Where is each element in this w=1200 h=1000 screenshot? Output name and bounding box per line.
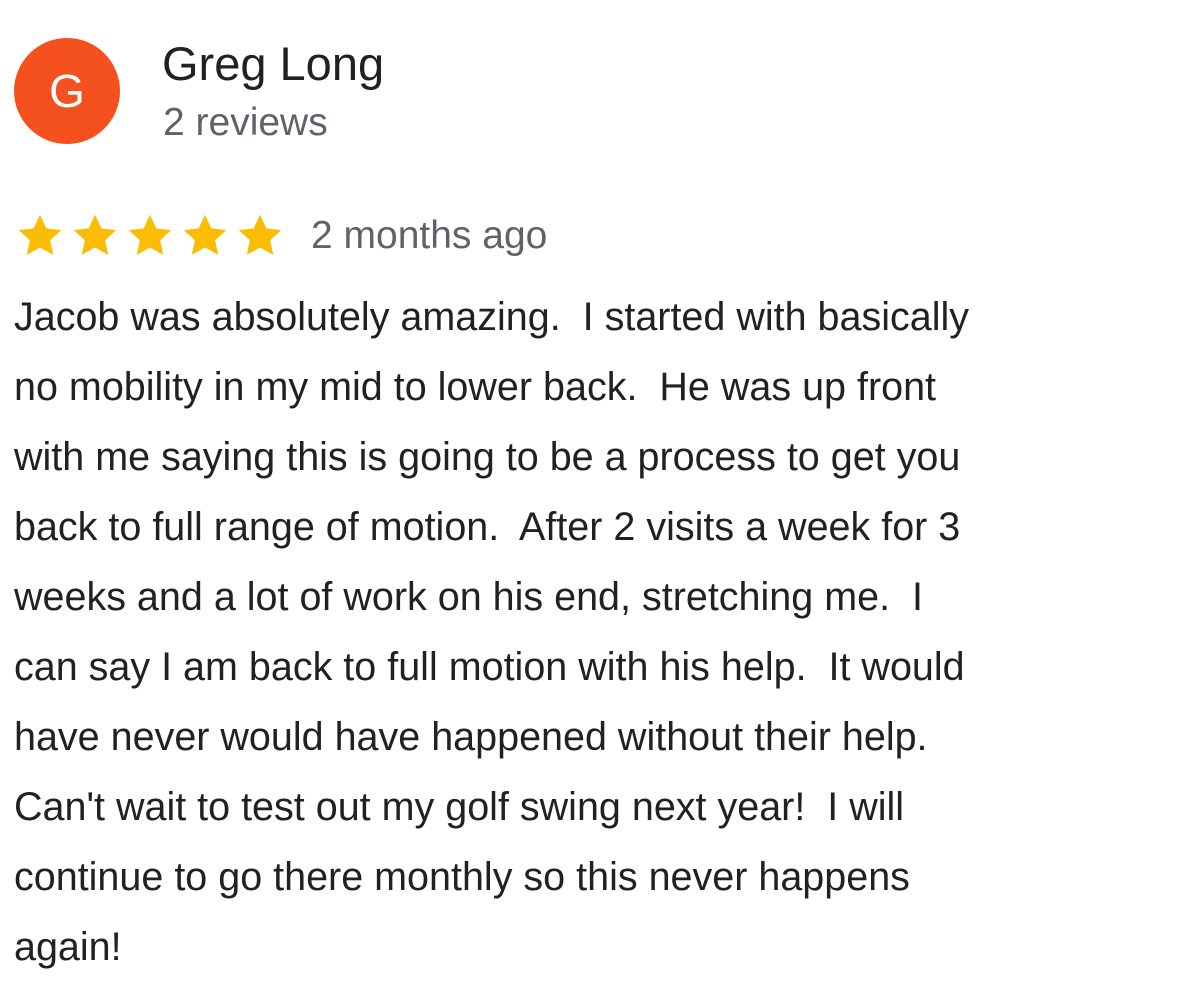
review-text-line: no mobility in my mid to lower back. He … <box>14 365 937 409</box>
avatar[interactable]: G <box>14 38 120 144</box>
review-text-line: back to full range of motion. After 2 vi… <box>14 505 961 549</box>
review-text: Jacob was absolutely amazing. I started … <box>14 282 1194 982</box>
star-icon <box>73 214 117 255</box>
rating-row: 2 months ago <box>14 208 547 264</box>
author-review-count: 2 reviews <box>163 101 328 144</box>
review-text-line: with me saying this is going to be a pro… <box>14 435 961 479</box>
review-text-line: continue to go there monthly so this nev… <box>14 855 910 899</box>
review-text-line: have never would have happened without t… <box>14 715 928 759</box>
review-text-line: weeks and a lot of work on his end, stre… <box>14 575 923 619</box>
star-icon <box>128 214 172 255</box>
star-icon <box>183 214 227 255</box>
review-card: G Greg Long 2 reviews 2 months ago Jacob… <box>0 0 1200 1000</box>
review-date: 2 months ago <box>311 214 548 257</box>
star-icon <box>238 214 282 255</box>
review-text-line: can say I am back to full motion with hi… <box>14 645 965 689</box>
review-text-line: again! <box>14 925 122 969</box>
review-text-line: Can't wait to test out my golf swing nex… <box>14 785 905 829</box>
avatar-initial: G <box>49 65 85 117</box>
author-name[interactable]: Greg Long <box>162 36 384 92</box>
star-rating <box>14 211 289 261</box>
star-icon <box>18 214 62 255</box>
review-text-line: Jacob was absolutely amazing. I started … <box>14 295 970 339</box>
